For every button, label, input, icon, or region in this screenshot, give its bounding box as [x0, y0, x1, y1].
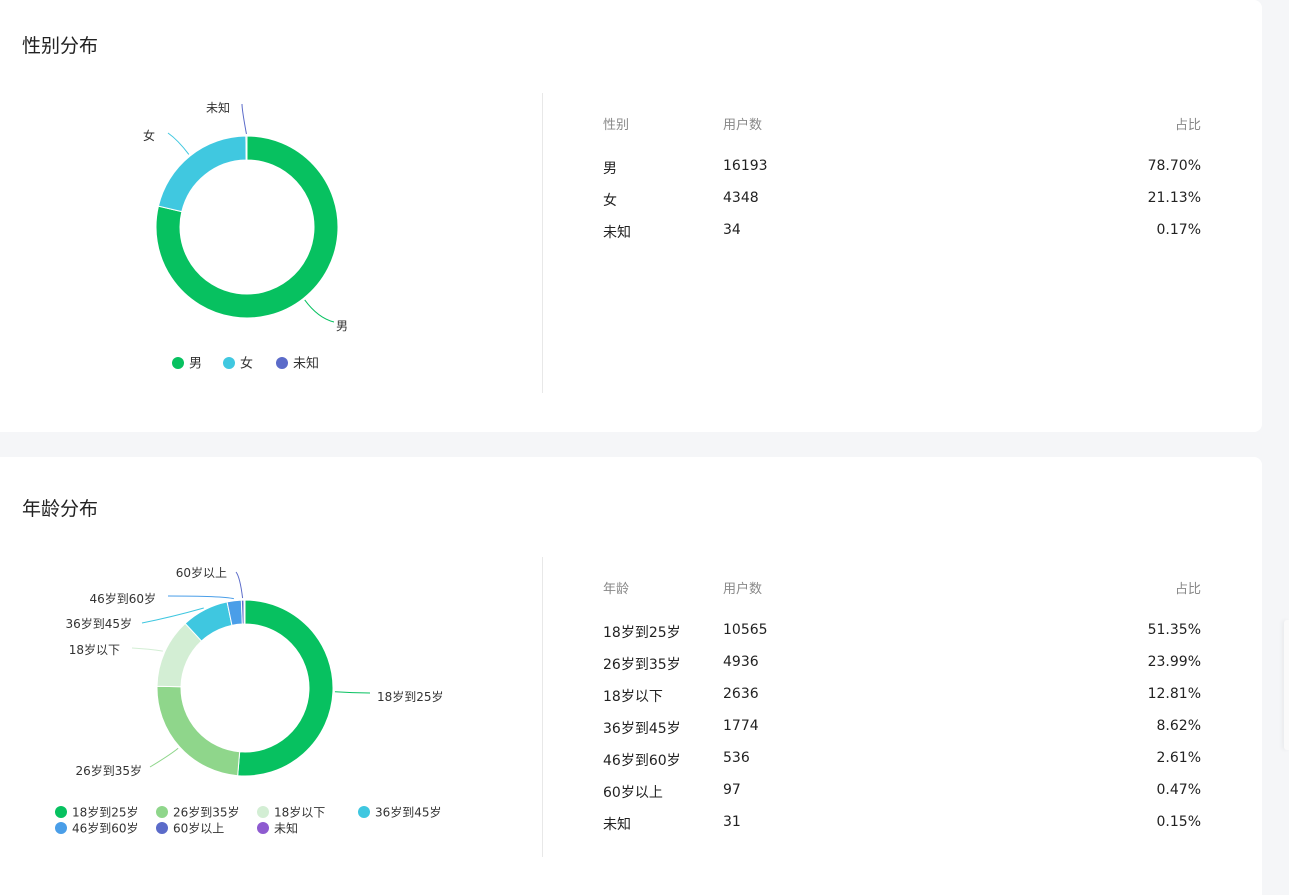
gender-cell-2-3: 21.13% [1147, 190, 1201, 206]
gender-divider [542, 93, 543, 393]
age-cell-2-2: 4936 [723, 654, 759, 670]
gender-label-line-2 [167, 132, 190, 155]
table-row: 60岁以上 97 0.47% [603, 782, 1201, 802]
age-legend-label-4[interactable]: 36岁到45岁 [375, 805, 442, 820]
age-label-line-1 [334, 691, 371, 694]
gender-cell-3-3: 0.17% [1156, 222, 1201, 238]
age-legend-dot-3[interactable] [257, 806, 269, 818]
age-cell-6-3: 0.47% [1156, 782, 1201, 798]
page-scroll-thumb[interactable] [1284, 620, 1289, 750]
table-row: 男 16193 78.70% [603, 158, 1201, 178]
gender-slice-label-3: 未知 [206, 101, 230, 115]
age-cell-7-1: 未知 [603, 817, 631, 833]
age-slice-label-5: 46岁到60岁 [89, 591, 156, 606]
gender-table-header: 性别 用户数 占比 [603, 114, 1201, 134]
gender-legend-label-2[interactable]: 女 [240, 356, 253, 372]
age-label-line-2 [149, 747, 179, 768]
age-cell-6-2: 97 [723, 782, 741, 798]
gender-cell-1-2: 16193 [723, 158, 768, 174]
age-distribution-card: 年龄分布 18岁到25岁 26岁到35岁 18岁以下 36岁到45岁 46岁到60岁 60… [0, 457, 1262, 895]
gender-legend-label-3[interactable]: 未知 [293, 356, 319, 372]
age-cell-4-1: 36岁到45岁 [603, 721, 681, 737]
age-cell-3-2: 2636 [723, 686, 759, 702]
gender-label-line-1 [304, 299, 335, 323]
age-header-col-1: 年龄 [603, 582, 630, 597]
gender-header-col-2: 用户数 [723, 118, 763, 133]
age-table-header: 年龄 用户数 占比 [603, 578, 1201, 598]
age-cell-2-3: 23.99% [1147, 654, 1201, 670]
gender-legend-dot-3[interactable] [276, 357, 288, 369]
age-cell-6-1: 60岁以上 [603, 785, 663, 801]
age-slice-label-4: 36岁到45岁 [65, 616, 132, 631]
table-row: 18岁到25岁 10565 51.35% [603, 622, 1201, 642]
age-cell-5-3: 2.61% [1156, 750, 1201, 766]
age-cell-1-1: 18岁到25岁 [603, 625, 681, 641]
table-row: 未知 31 0.15% [603, 814, 1201, 834]
age-legend-dot-1[interactable] [55, 806, 67, 818]
age-cell-7-2: 31 [723, 814, 741, 830]
age-legend-dot-7[interactable] [257, 822, 269, 834]
gender-slice-label-1: 男 [336, 319, 348, 333]
gender-cell-1-3: 78.70% [1147, 158, 1201, 174]
age-header-col-2: 用户数 [723, 582, 763, 597]
age-legend-label-1[interactable]: 18岁到25岁 [72, 805, 139, 820]
age-legend-dot-2[interactable] [156, 806, 168, 818]
table-row: 36岁到45岁 1774 8.62% [603, 718, 1201, 738]
age-cell-1-3: 51.35% [1147, 622, 1201, 638]
age-cell-5-2: 536 [723, 750, 750, 766]
gender-donut-chart: 男女未知男女未知 [143, 101, 348, 372]
age-cell-3-3: 12.81% [1147, 686, 1201, 702]
age-legend-dot-5[interactable] [55, 822, 67, 834]
age-slice-1[interactable] [237, 599, 334, 777]
age-legend-dot-4[interactable] [358, 806, 370, 818]
age-cell-1-2: 10565 [723, 622, 768, 638]
gender-cell-2-1: 女 [603, 193, 617, 209]
gender-slice-label-2: 女 [143, 128, 155, 143]
gender-legend-label-1[interactable]: 男 [189, 357, 202, 372]
age-slice-7[interactable] [243, 599, 246, 625]
age-legend-label-2[interactable]: 26岁到35岁 [173, 805, 240, 820]
gender-cell-2-2: 4348 [723, 190, 759, 206]
age-cell-7-3: 0.15% [1156, 814, 1201, 830]
age-cell-4-2: 1774 [723, 718, 759, 734]
age-cell-2-1: 26岁到35岁 [603, 657, 681, 673]
age-donut-chart: 18岁到25岁 26岁到35岁 18岁以下 36岁到45岁 46岁到60岁 60岁以上 18… [55, 565, 444, 836]
gender-header-col-3: 占比 [1174, 118, 1201, 133]
age-slice-label-3: 18岁以下 [69, 642, 120, 657]
age-cell-5-1: 46岁到60岁 [603, 753, 681, 769]
age-cell-4-3: 8.62% [1156, 718, 1201, 734]
age-slice-label-1: 18岁到25岁 [377, 689, 444, 704]
age-slice-2[interactable] [156, 685, 241, 777]
age-legend-dot-6[interactable] [156, 822, 168, 834]
table-row: 未知 34 0.17% [603, 222, 1201, 242]
gender-cell-3-1: 未知 [603, 225, 631, 241]
table-row: 女 4348 21.13% [603, 190, 1201, 210]
age-legend-label-5[interactable]: 46岁到60岁 [72, 821, 139, 836]
age-label-line-3 [131, 647, 163, 652]
table-row: 18岁以下 2636 12.81% [603, 686, 1201, 706]
gender-cell-1-1: 男 [603, 161, 617, 177]
gender-cell-3-2: 34 [723, 222, 741, 238]
age-divider [542, 557, 543, 857]
table-row: 26岁到35岁 4936 23.99% [603, 654, 1201, 674]
age-slice-label-6: 60岁以上 [176, 565, 227, 580]
gender-distribution-card: 性别分布 男女未知男女未知 性别 用户数 占比男 16193 78.70% 女 4348 21… [0, 0, 1262, 432]
page-scroll-track[interactable] [1262, 0, 1289, 895]
age-slice-label-2: 26岁到35岁 [75, 763, 142, 778]
age-label-line-5 [167, 595, 235, 600]
age-label-line-6 [235, 571, 244, 599]
table-row: 46岁到60岁 536 2.61% [603, 750, 1201, 770]
gender-legend-dot-1[interactable] [172, 357, 184, 369]
gender-label-line-3 [241, 103, 247, 135]
gender-legend-dot-2[interactable] [223, 357, 235, 369]
gender-slice-2[interactable] [157, 135, 247, 213]
age-cell-3-1: 18岁以下 [603, 689, 663, 705]
gender-header-col-1: 性别 [603, 118, 630, 133]
age-legend-label-3[interactable]: 18岁以下 [274, 805, 325, 820]
gender-slice-3[interactable] [245, 135, 248, 161]
age-legend-label-6[interactable]: 60岁以上 [173, 821, 224, 836]
age-legend-label-7[interactable]: 未知 [274, 822, 298, 836]
age-header-col-3: 占比 [1174, 582, 1201, 597]
